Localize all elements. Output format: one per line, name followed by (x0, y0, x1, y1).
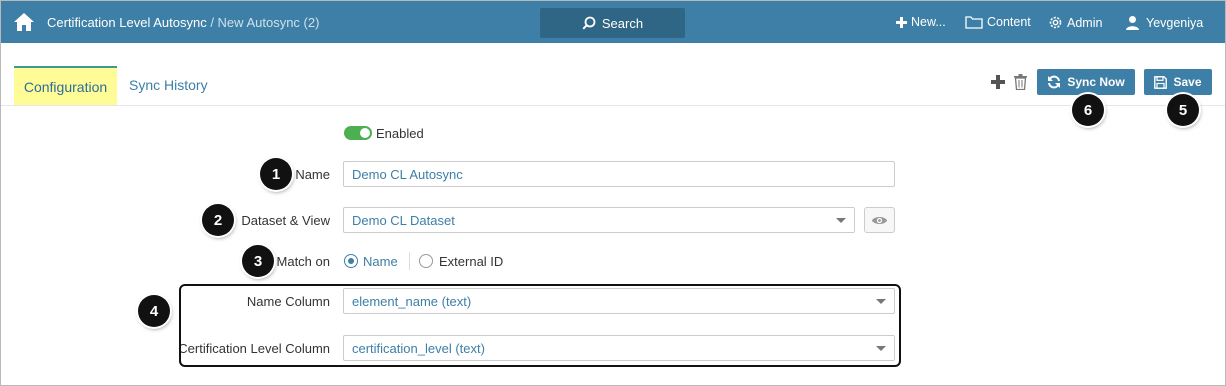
breadcrumb-separator: / (206, 15, 218, 30)
tab-configuration[interactable]: Configuration (14, 66, 117, 105)
tab-sync-history[interactable]: Sync History (129, 77, 208, 93)
match-name-radio[interactable] (344, 254, 358, 268)
search-button[interactable]: Search (540, 8, 685, 38)
trash-icon[interactable] (1014, 74, 1027, 90)
eye-icon (871, 216, 888, 224)
match-name-label[interactable]: Name (363, 254, 398, 269)
enabled-label: Enabled (376, 126, 424, 141)
name-label: Name (295, 167, 330, 182)
callout-5: 5 (1167, 94, 1199, 126)
search-icon (582, 16, 596, 30)
match-external-id-radio[interactable] (419, 254, 433, 268)
sync-now-button[interactable]: Sync Now (1037, 69, 1135, 95)
admin-label: Admin (1067, 15, 1103, 30)
app-frame: Certification Level Autosync / New Autos… (0, 0, 1226, 386)
folder-icon (965, 16, 983, 29)
dataset-select[interactable]: Demo CL Dataset (343, 207, 855, 233)
content-label: Content (987, 15, 1031, 29)
dataset-select-value: Demo CL Dataset (352, 212, 455, 228)
new-menu[interactable]: New... (896, 15, 946, 29)
content-menu[interactable]: Content (965, 15, 1031, 29)
tab-configuration-label: Configuration (23, 78, 108, 95)
enabled-toggle[interactable] (344, 126, 372, 140)
user-menu[interactable]: Yevgeniya (1125, 15, 1203, 30)
preview-dataset-button[interactable] (864, 207, 895, 233)
callout-1: 1 (260, 158, 292, 190)
user-icon (1126, 16, 1139, 30)
tabs-divider (1, 105, 1225, 106)
radio-divider (409, 252, 410, 270)
chevron-down-icon (836, 218, 846, 223)
new-label: New... (911, 15, 946, 29)
save-button[interactable]: Save (1144, 69, 1212, 95)
plus-icon (896, 16, 907, 28)
user-label: Yevgeniya (1146, 15, 1204, 30)
name-input-value: Demo CL Autosync (352, 166, 463, 182)
top-nav-bar: Certification Level Autosync / New Autos… (1, 1, 1225, 43)
search-label: Search (601, 15, 644, 31)
name-input[interactable]: Demo CL Autosync (343, 161, 895, 187)
admin-menu[interactable]: Admin (1048, 15, 1102, 30)
refresh-icon (1048, 75, 1061, 89)
dataset-label: Dataset & View (241, 213, 330, 228)
match-on-label: Match on (276, 254, 330, 269)
breadcrumb-current: New Autosync (2) (217, 15, 320, 30)
callout-6: 6 (1072, 94, 1104, 126)
match-external-id-label[interactable]: External ID (439, 254, 503, 269)
save-label: Save (1173, 75, 1202, 89)
breadcrumb: Certification Level Autosync / New Autos… (47, 15, 319, 30)
callout-4: 4 (138, 295, 170, 327)
gear-icon (1049, 16, 1062, 29)
breadcrumb-root[interactable]: Certification Level Autosync (47, 15, 207, 30)
floppy-disk-icon (1154, 75, 1168, 89)
sync-now-label: Sync Now (1067, 75, 1125, 89)
column-mapping-highlight (179, 284, 901, 367)
callout-2: 2 (202, 204, 234, 236)
plus-icon[interactable] (991, 75, 1005, 89)
callout-3: 3 (242, 245, 274, 277)
tab-sync-history-label: Sync History (129, 77, 208, 93)
home-icon[interactable] (13, 12, 35, 32)
